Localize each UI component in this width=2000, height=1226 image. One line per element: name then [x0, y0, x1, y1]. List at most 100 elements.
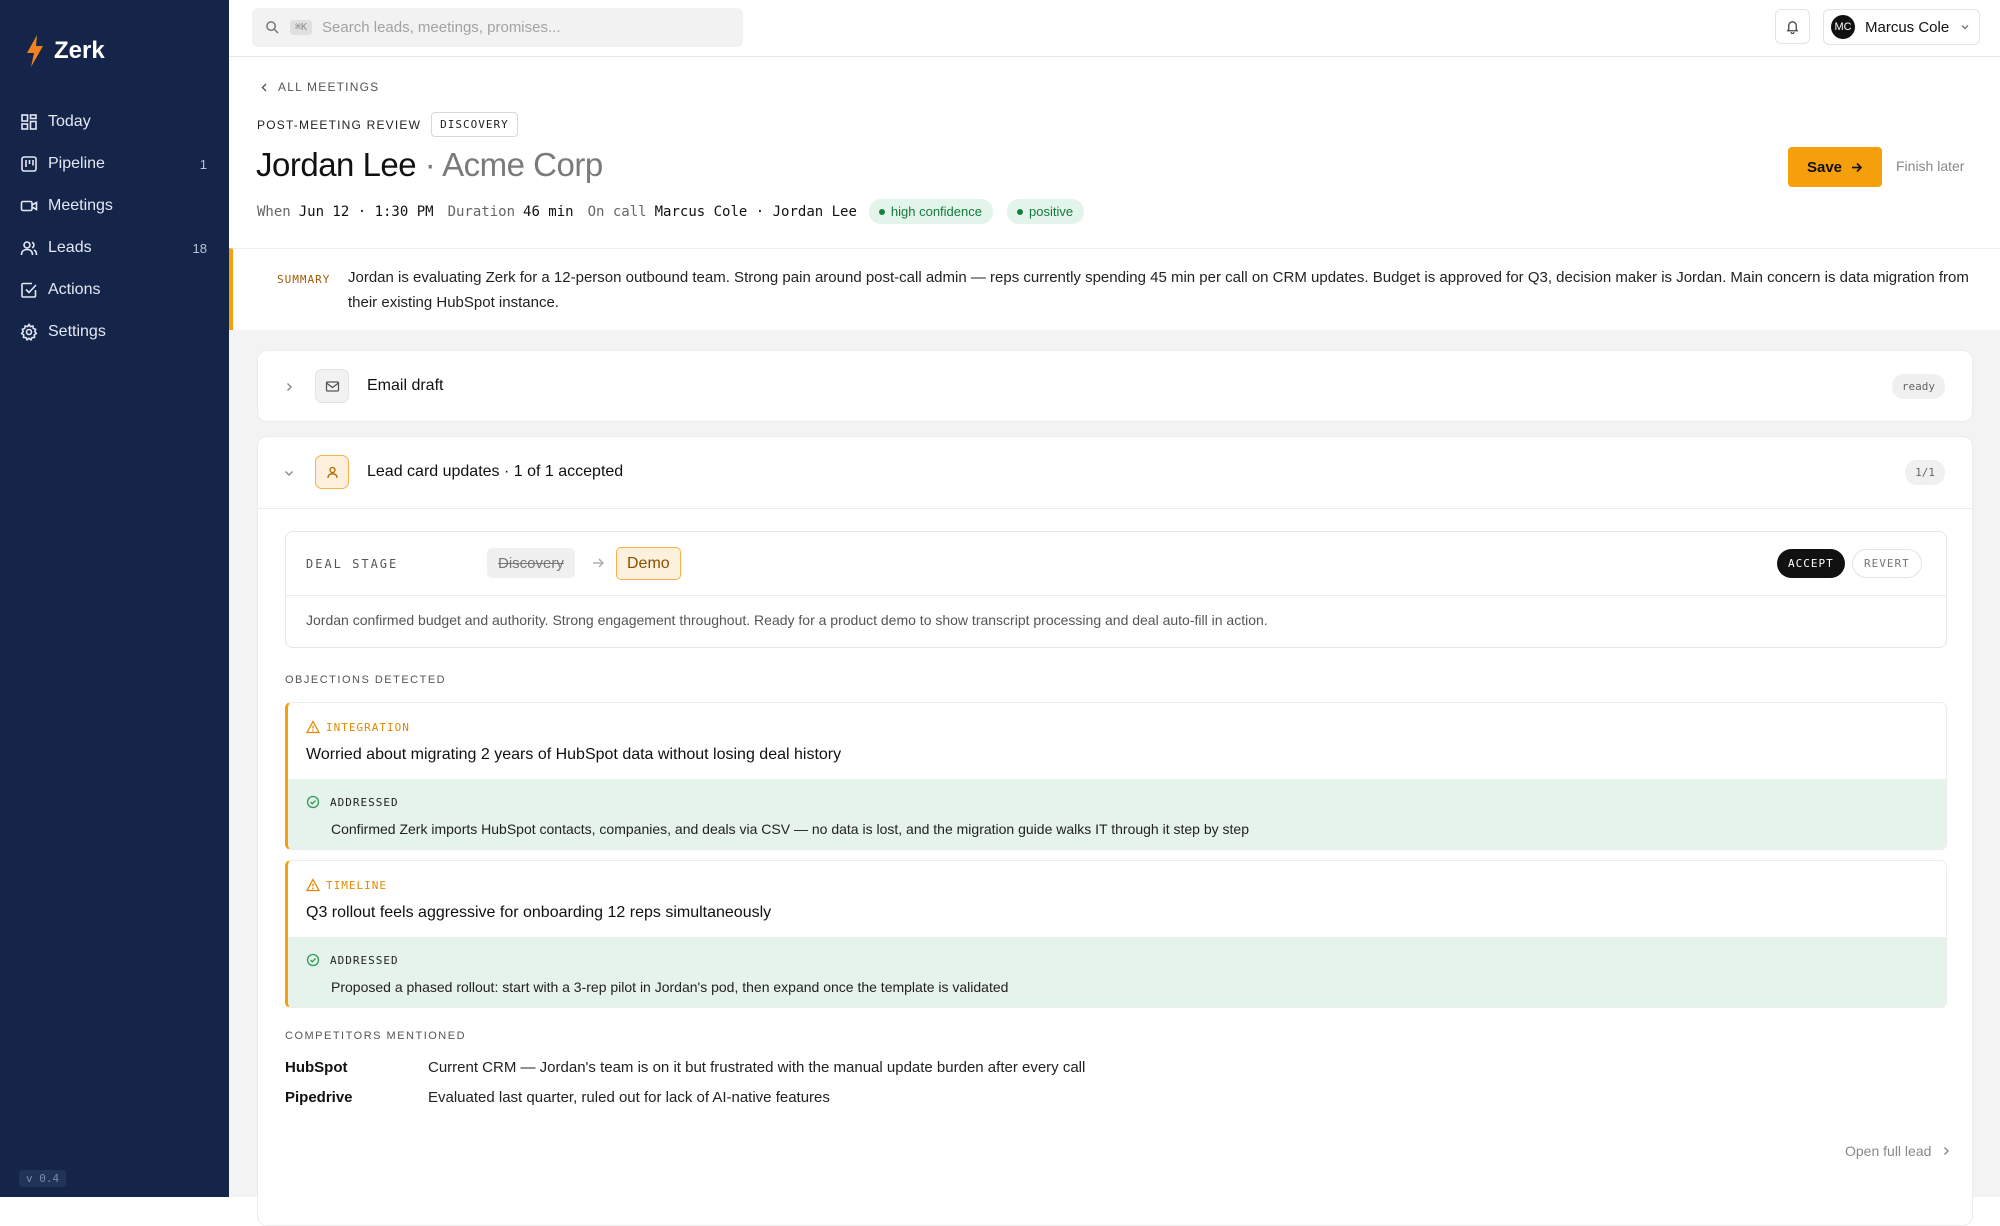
save-label: Save	[1806, 158, 1843, 176]
meeting-meta: When Jun 12 · 1:30 PM Duration 46 min On…	[257, 199, 1085, 224]
confidence-label: high confidence	[890, 204, 982, 219]
sidebar-item-count: 1	[199, 156, 207, 172]
check-circle-icon	[306, 953, 320, 967]
sidebar: Zerk Today Pipeline 1 Meetings Leads 18 …	[0, 0, 229, 1197]
mail-icon	[325, 380, 339, 392]
status-badge: ready	[1891, 374, 1945, 399]
title-separator: ·	[416, 146, 443, 183]
objection-status: ADDRESSED	[306, 795, 399, 809]
competitor-note: Evaluated last quarter, ruled out for la…	[428, 1089, 830, 1106]
user-icon	[326, 466, 338, 478]
main-content: ⌘K Search leads, meetings, promises... M…	[229, 0, 2000, 1226]
avatar: MC	[1831, 15, 1855, 39]
chevron-left-icon	[261, 83, 267, 91]
app-logo[interactable]: Zerk	[24, 34, 105, 68]
search-placeholder: Search leads, meetings, promises...	[322, 19, 561, 36]
status-dot	[1016, 208, 1023, 215]
accept-button[interactable]: ACCEPT	[1777, 549, 1845, 578]
deal-stage-label: DEAL STAGE	[306, 557, 399, 571]
sidebar-item-actions[interactable]: Actions	[0, 269, 229, 311]
kanban-icon	[21, 156, 37, 172]
sidebar-item-meetings[interactable]: Meetings	[0, 185, 229, 227]
lead-name: Jordan Lee	[256, 146, 417, 183]
chevron-down-icon	[285, 471, 293, 476]
when-value: Jun 12 · 1:30 PM	[298, 203, 434, 220]
version-badge: v 0.4	[19, 1170, 67, 1187]
previous-stage: Discovery	[487, 548, 575, 578]
objections-heading: OBJECTIONS DETECTED	[285, 674, 447, 686]
search-icon	[266, 21, 279, 34]
sidebar-item-label: Pipeline	[48, 155, 105, 172]
kicker-label: POST-MEETING REVIEW	[257, 117, 422, 132]
email-draft-title: Email draft	[367, 377, 444, 394]
count-badge: 1/1	[1905, 460, 1945, 485]
finish-later-button[interactable]: Finish later	[1896, 158, 1964, 174]
email-draft-card[interactable]: Email draft ready	[257, 350, 1973, 422]
objection-card: TIMELINE Q3 rollout feels aggressive for…	[285, 860, 1947, 1008]
user-menu[interactable]: MC Marcus Cole	[1823, 9, 1980, 45]
deal-stage-update: DEAL STAGE Discovery Demo ACCEPT REVERT …	[285, 531, 1947, 648]
sidebar-item-settings[interactable]: Settings	[0, 311, 229, 353]
lead-updates-title: Lead card updates · 1 of 1 accepted	[367, 463, 624, 480]
open-full-lead-label: Open full lead	[1845, 1143, 1932, 1159]
competitor-name: HubSpot	[285, 1059, 348, 1076]
objection-category: INTEGRATION	[306, 720, 410, 734]
when-label: When	[257, 203, 291, 220]
mail-icon-box	[315, 369, 349, 403]
stage-tag: DISCOVERY	[431, 112, 518, 137]
page-title: Jordan Lee · Acme Corp	[256, 146, 603, 184]
user-name: Marcus Cole	[1865, 18, 1950, 36]
status-dot	[878, 208, 885, 215]
arrow-right-icon	[1852, 162, 1863, 172]
duration-label: Duration	[447, 203, 516, 220]
objection-status-label: ADDRESSED	[330, 795, 399, 809]
objection-status-label: ADDRESSED	[330, 953, 399, 967]
sidebar-item-count: 18	[192, 240, 207, 256]
deal-stage-note: Jordan confirmed budget and authority. S…	[306, 612, 1268, 628]
back-link[interactable]: ALL MEETINGS	[259, 80, 379, 94]
check-circle-icon	[306, 795, 320, 809]
sidebar-item-label: Settings	[48, 323, 106, 340]
sidebar-nav: Today Pipeline 1 Meetings Leads 18 Actio…	[0, 101, 229, 353]
competitor-name: Pipedrive	[285, 1089, 353, 1106]
objection-category: TIMELINE	[306, 878, 387, 892]
competitor-row: HubSpot Current CRM — Jordan's team is o…	[285, 1059, 1085, 1076]
objection-answer-text: Proposed a phased rollout: start with a …	[331, 979, 1009, 995]
warning-icon	[306, 878, 320, 892]
sidebar-item-label: Today	[48, 113, 91, 130]
lead-updates-header[interactable]: Lead card updates · 1 of 1 accepted 1/1	[258, 437, 1972, 509]
chevron-right-icon	[287, 383, 292, 391]
arrow-right-icon	[593, 558, 604, 568]
oncall-value: Marcus Cole · Jordan Lee	[654, 203, 857, 220]
summary-banner: SUMMARY Jordan is evaluating Zerk for a …	[229, 248, 2000, 330]
save-button[interactable]: Save	[1788, 147, 1882, 187]
notifications-button[interactable]	[1775, 9, 1810, 44]
search-input[interactable]: ⌘K Search leads, meetings, promises...	[252, 8, 743, 47]
objection-status: ADDRESSED	[306, 953, 399, 967]
sidebar-item-today[interactable]: Today	[0, 101, 229, 143]
company-name: Acme Corp	[442, 146, 603, 183]
summary-text: Jordan is evaluating Zerk for a 12-perso…	[348, 269, 1969, 311]
revert-button[interactable]: REVERT	[1852, 549, 1922, 578]
competitor-row: Pipedrive Evaluated last quarter, ruled …	[285, 1089, 830, 1106]
users-icon	[20, 241, 38, 256]
bell-icon	[1786, 21, 1799, 34]
objection-category-label: INTEGRATION	[326, 720, 410, 734]
video-icon	[20, 200, 38, 212]
grid-icon	[21, 114, 37, 130]
sentiment-label: positive	[1028, 204, 1074, 219]
deal-stage-row: DEAL STAGE Discovery Demo ACCEPT REVERT	[286, 532, 1946, 596]
summary-label: SUMMARY	[277, 273, 331, 286]
open-full-lead-link[interactable]: Open full lead	[1845, 1143, 1951, 1159]
sidebar-item-pipeline[interactable]: Pipeline 1	[0, 143, 229, 185]
competitors-heading: COMPETITORS MENTIONED	[285, 1030, 467, 1042]
keyboard-shortcut: ⌘K	[290, 20, 313, 35]
back-label: ALL MEETINGS	[278, 80, 380, 94]
check-square-icon	[21, 282, 37, 298]
gear-icon	[20, 323, 38, 341]
sidebar-item-leads[interactable]: Leads 18	[0, 227, 229, 269]
sidebar-item-label: Meetings	[48, 197, 113, 214]
topbar: ⌘K Search leads, meetings, promises... M…	[229, 0, 2000, 57]
page-kicker: POST-MEETING REVIEW DISCOVERY	[257, 112, 518, 137]
objection-question: Worried about migrating 2 years of HubSp…	[306, 746, 842, 763]
